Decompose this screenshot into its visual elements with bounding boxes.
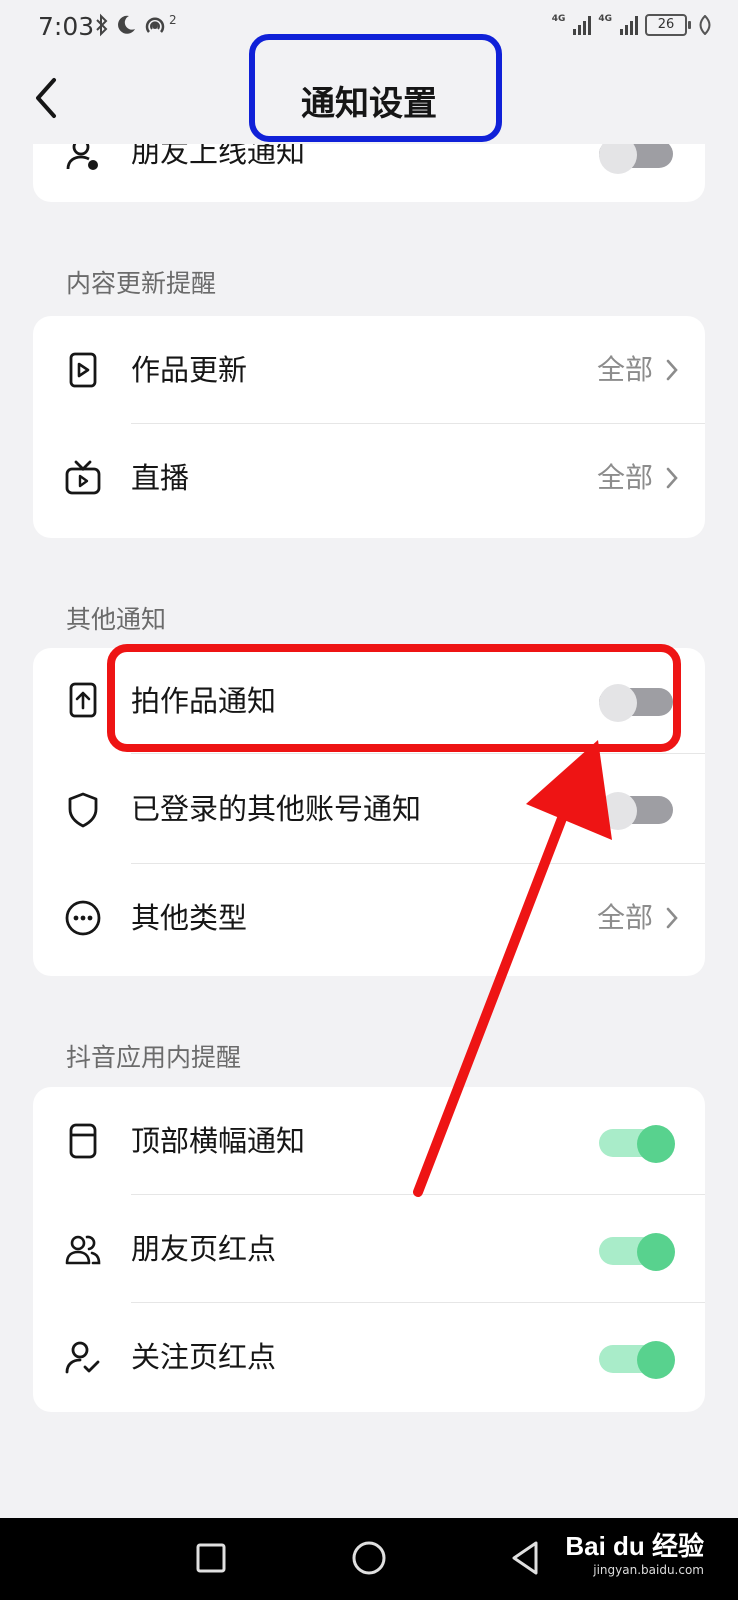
- list-item[interactable]: 朋友页红点: [33, 1195, 705, 1303]
- item-value: 全部: [596, 461, 653, 494]
- moon-icon: [118, 15, 135, 34]
- home-button[interactable]: [349, 1538, 389, 1578]
- status-time: 7:03: [38, 12, 95, 41]
- recent-apps-button[interactable]: [191, 1538, 231, 1578]
- network-type-2: 4G: [598, 14, 612, 24]
- signal-icon: [573, 15, 592, 35]
- friend-page-dot-toggle[interactable]: [599, 1233, 675, 1271]
- shield-icon: [68, 792, 98, 828]
- live-tv-icon: [65, 460, 101, 495]
- banner-icon: [69, 1123, 97, 1159]
- item-value: 全部: [596, 353, 653, 386]
- list-item[interactable]: 其他类型 全部: [33, 864, 705, 972]
- signal-icon: [620, 15, 638, 35]
- section-title: 抖音应用内提醒: [66, 1043, 242, 1072]
- item-label: 直播: [131, 461, 190, 495]
- friends-icon: [65, 1235, 101, 1265]
- follow-page-dot-toggle[interactable]: [599, 1341, 675, 1379]
- chevron-right-icon: [666, 907, 678, 929]
- leaf-icon: [699, 15, 711, 35]
- watermark-logo: Bai du 经验: [565, 1531, 704, 1561]
- section-title: 其他通知: [66, 605, 167, 634]
- more-icon: [65, 900, 101, 936]
- item-value: 全部: [596, 901, 653, 934]
- network-type-1: 4G: [551, 14, 566, 24]
- list-item[interactable]: 作品更新 全部: [33, 316, 705, 424]
- content-update-card: 作品更新 全部 直播 全部: [33, 316, 705, 538]
- list-item[interactable]: 顶部横幅通知: [33, 1087, 705, 1195]
- list-item[interactable]: 直播 全部: [33, 424, 705, 532]
- item-label: 朋友页红点: [131, 1232, 277, 1266]
- battery-icon: 26: [645, 14, 691, 36]
- section-title: 内容更新提醒: [66, 269, 217, 298]
- title-annotation-box: [249, 34, 502, 142]
- item-label: 关注页红点: [131, 1340, 277, 1374]
- list-item[interactable]: 已登录的其他账号通知: [33, 754, 705, 864]
- item-label: 已登录的其他账号通知: [131, 792, 422, 826]
- header: 通知设置: [0, 34, 738, 144]
- user-check-icon: [65, 1341, 100, 1374]
- highlight-annotation-box: [107, 644, 681, 752]
- upload-phone-icon: [69, 682, 97, 718]
- bluetooth-icon: [96, 13, 108, 37]
- top-banner-toggle[interactable]: [599, 1125, 675, 1163]
- hotspot-icon: [145, 17, 165, 33]
- hotspot-count: 2: [169, 13, 177, 27]
- video-play-icon: [69, 352, 97, 388]
- in-app-reminder-card: 顶部横幅通知 朋友页红点 关注页红点: [33, 1087, 705, 1412]
- chevron-right-icon: [666, 359, 678, 381]
- watermark: Bai du 经验 jingyan.baidu.com: [565, 1526, 704, 1577]
- item-label: 其他类型: [131, 901, 248, 935]
- other-account-toggle[interactable]: [599, 792, 673, 830]
- back-nav-button[interactable]: [506, 1538, 546, 1578]
- watermark-url: jingyan.baidu.com: [593, 1563, 704, 1577]
- item-label: 作品更新: [131, 353, 248, 387]
- list-item[interactable]: 关注页红点: [33, 1303, 705, 1411]
- item-label: 顶部横幅通知: [131, 1124, 306, 1158]
- chevron-right-icon: [666, 467, 678, 489]
